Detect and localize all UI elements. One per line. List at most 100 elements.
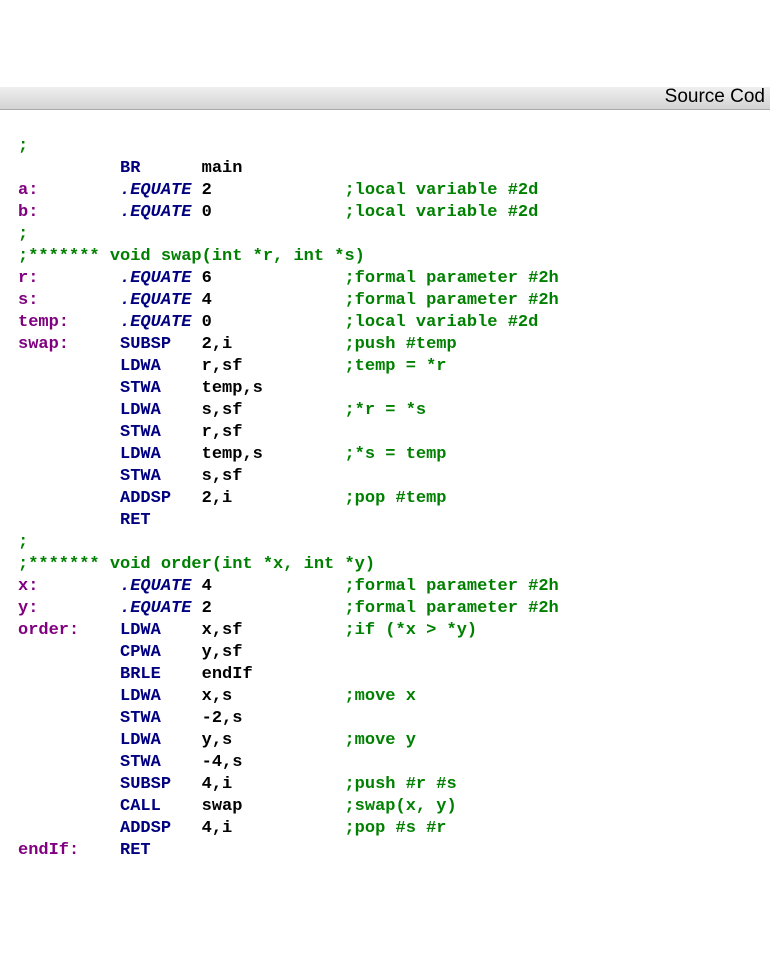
label — [18, 467, 120, 486]
code-line: LDWA r,sf ;temp = *r — [0, 356, 770, 378]
code-line: temp: .EQUATE 0 ;local variable #2d — [0, 312, 770, 334]
comment: ;*r = *s — [344, 401, 426, 420]
mnemonic: LDWA — [120, 445, 202, 464]
code-line: LDWA y,s ;move y — [0, 730, 770, 752]
comment: ;formal parameter #2h — [344, 577, 558, 596]
label: endIf: — [18, 841, 120, 860]
code-line: x: .EQUATE 4 ;formal parameter #2h — [0, 576, 770, 598]
label: s: — [18, 291, 120, 310]
comment: ;local variable #2d — [344, 181, 538, 200]
code-line: STWA temp,s — [0, 378, 770, 400]
operand: endIf — [202, 665, 345, 684]
label: order: — [18, 621, 120, 640]
operand: s,sf — [202, 467, 345, 486]
operand: 2,i — [202, 489, 345, 508]
code-line: BR main — [0, 158, 770, 180]
operand: 2 — [202, 599, 345, 618]
pseudo-op: .EQUATE — [120, 599, 202, 618]
operand: 4,i — [202, 775, 345, 794]
code-line: ; — [0, 224, 770, 246]
label — [18, 401, 120, 420]
code-line: RET — [0, 510, 770, 532]
operand: 4,i — [202, 819, 345, 838]
operand: 2 — [202, 181, 345, 200]
mnemonic: ADDSP — [120, 819, 202, 838]
label — [18, 643, 120, 662]
comment: ;formal parameter #2h — [344, 599, 558, 618]
code-line: ADDSP 4,i ;pop #s #r — [0, 818, 770, 840]
operand: 2,i — [202, 335, 345, 354]
code-line: CALL swap ;swap(x, y) — [0, 796, 770, 818]
operand: -2,s — [202, 709, 345, 728]
code-line: a: .EQUATE 2 ;local variable #2d — [0, 180, 770, 202]
label: y: — [18, 599, 120, 618]
pseudo-op: .EQUATE — [120, 203, 202, 222]
comment: ;pop #temp — [344, 489, 446, 508]
comment: ;push #temp — [344, 335, 456, 354]
code-line: ; — [0, 136, 770, 158]
comment: ;swap(x, y) — [344, 797, 456, 816]
window-header: Source Cod — [0, 87, 770, 110]
mnemonic: STWA — [120, 423, 202, 442]
operand: x,s — [202, 687, 345, 706]
pseudo-op: .EQUATE — [120, 291, 202, 310]
code-line: ;******* void swap(int *r, int *s) — [0, 246, 770, 268]
label — [18, 753, 120, 772]
label — [18, 797, 120, 816]
label: temp: — [18, 313, 120, 332]
pseudo-op: .EQUATE — [120, 577, 202, 596]
code-line: LDWA x,s ;move x — [0, 686, 770, 708]
code-line: LDWA s,sf ;*r = *s — [0, 400, 770, 422]
comment: ; — [18, 225, 28, 244]
code-line: swap: SUBSP 2,i ;push #temp — [0, 334, 770, 356]
comment: ;formal parameter #2h — [344, 291, 558, 310]
operand: -4,s — [202, 753, 345, 772]
operand: y,s — [202, 731, 345, 750]
mnemonic: ADDSP — [120, 489, 202, 508]
mnemonic: BR — [120, 159, 202, 178]
label — [18, 665, 120, 684]
label — [18, 511, 120, 530]
code-line: b: .EQUATE 0 ;local variable #2d — [0, 202, 770, 224]
comment: ;******* void order(int *x, int *y) — [18, 555, 375, 574]
comment: ; — [18, 137, 28, 156]
operand: main — [202, 159, 345, 178]
comment: ;pop #s #r — [344, 819, 446, 838]
label — [18, 709, 120, 728]
comment: ;move y — [344, 731, 415, 750]
mnemonic: STWA — [120, 467, 202, 486]
operand: 0 — [202, 203, 345, 222]
operand: s,sf — [202, 401, 345, 420]
pseudo-op: .EQUATE — [120, 313, 202, 332]
label: b: — [18, 203, 120, 222]
comment: ;*s = temp — [344, 445, 446, 464]
operand: temp,s — [202, 379, 345, 398]
label — [18, 819, 120, 838]
code-line: y: .EQUATE 2 ;formal parameter #2h — [0, 598, 770, 620]
comment: ;temp = *r — [344, 357, 446, 376]
label — [18, 357, 120, 376]
operand — [202, 841, 345, 860]
label — [18, 775, 120, 794]
code-line: CPWA y,sf — [0, 642, 770, 664]
mnemonic: LDWA — [120, 401, 202, 420]
operand: 4 — [202, 291, 345, 310]
code-line: SUBSP 4,i ;push #r #s — [0, 774, 770, 796]
comment: ;move x — [344, 687, 415, 706]
operand: 4 — [202, 577, 345, 596]
code-line: STWA -4,s — [0, 752, 770, 774]
mnemonic: STWA — [120, 709, 202, 728]
source-code: ; BR main a: .EQUATE 2 ;local variable #… — [0, 132, 770, 862]
operand: temp,s — [202, 445, 345, 464]
comment: ;if (*x > *y) — [344, 621, 477, 640]
label — [18, 159, 120, 178]
code-line: LDWA temp,s ;*s = temp — [0, 444, 770, 466]
mnemonic: RET — [120, 841, 202, 860]
code-line: ADDSP 2,i ;pop #temp — [0, 488, 770, 510]
mnemonic: LDWA — [120, 687, 202, 706]
label — [18, 731, 120, 750]
label — [18, 687, 120, 706]
label: a: — [18, 181, 120, 200]
code-line: STWA r,sf — [0, 422, 770, 444]
mnemonic: STWA — [120, 753, 202, 772]
